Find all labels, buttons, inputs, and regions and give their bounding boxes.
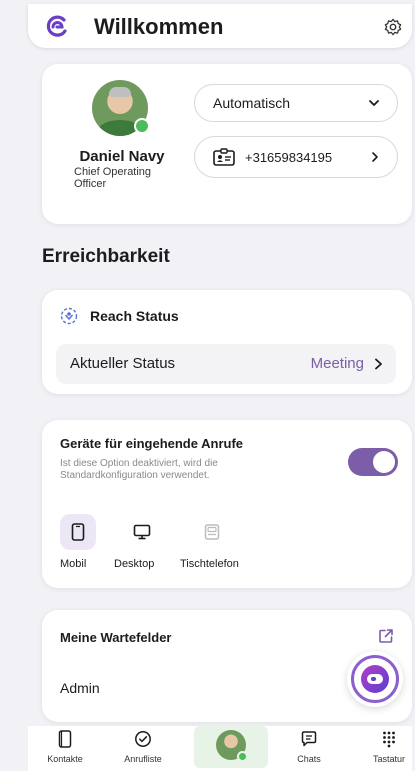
nav-label: Chats [297,754,321,764]
external-link-icon[interactable] [378,628,394,644]
device-option-tischtelefon[interactable]: Tischtelefon [180,514,239,570]
nav-label: Anrufliste [124,754,162,764]
device-mobil-button [60,514,96,550]
bottom-navigation: Kontakte Anrufliste Chats Tastatur [28,726,412,771]
brand-logo-icon [46,15,67,37]
queues-title: Meine Wartefelder [60,630,172,645]
presence-indicator [237,751,248,762]
app-header: Willkommen [28,4,412,48]
presence-indicator [134,118,150,134]
contact-card-icon [213,148,235,166]
nav-label: Tastatur [372,754,405,764]
desk-phone-icon [204,524,220,540]
current-status-label: Aktueller Status [70,355,176,372]
incoming-call-devices-card: Geräte für eingehende Anrufe Ist diese O… [42,420,412,588]
user-name: Daniel Navy [79,148,165,165]
call-history-icon [135,731,151,747]
chevron-right-icon [372,152,378,162]
section-title: Erreichbarkeit [42,246,170,267]
queue-item[interactable]: Admin [60,680,100,696]
nav-chats[interactable]: Chats [274,730,344,764]
mobile-phone-icon [71,523,85,541]
device-label: Desktop [114,558,155,570]
user-role: Chief Operating Officer [74,166,152,190]
avatar[interactable] [92,80,150,136]
reach-status-title: Reach Status [90,308,179,324]
chevron-down-icon [369,100,379,106]
nav-kontakte[interactable]: Kontakte [30,730,100,764]
devices-title: Geräte für eingehende Anrufe [60,436,243,451]
nav-tastatur[interactable]: Tastatur [354,730,415,764]
phone-number: +31659834195 [245,150,333,165]
chevron-right-icon [375,358,382,370]
profile-card: Daniel Navy Chief Operating Officer Auto… [42,64,412,224]
contacts-icon [58,730,72,748]
device-option-desktop[interactable]: Desktop [114,514,160,570]
reach-status-card: Reach Status Aktueller Status Meeting [42,290,412,394]
monitor-icon [133,524,151,540]
nav-anrufliste[interactable]: Anrufliste [108,730,178,764]
device-option-mobil[interactable]: Mobil [60,514,96,570]
nav-label: Kontakte [47,754,83,764]
keypad-icon [383,731,395,748]
chat-bubble-icon [301,731,317,747]
devices-description: Ist diese Option deaktiviert, wird die S… [60,458,218,481]
gear-icon[interactable] [384,18,402,36]
assistant-pill-icon [367,674,383,684]
page-title: Willkommen [94,14,224,39]
device-desktop-button [124,514,160,550]
phone-number-button[interactable]: +31659834195 [194,136,398,178]
availability-mode-value: Automatisch [213,95,291,111]
device-label: Mobil [60,558,87,570]
availability-mode-select[interactable]: Automatisch [194,84,398,122]
current-status-value: Meeting [310,355,364,372]
device-tischtelefon-button [194,514,230,550]
current-status-row[interactable]: Aktueller Status Meeting [56,344,396,384]
devices-toggle[interactable] [348,448,398,476]
reach-status-icon [60,307,78,325]
nav-profile[interactable] [194,726,268,768]
device-label: Tischtelefon [180,558,239,570]
avatar [216,730,248,762]
assistant-fab[interactable] [347,651,403,707]
